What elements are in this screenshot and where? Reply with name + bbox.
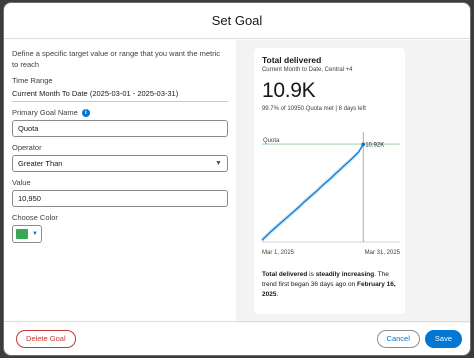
goal-form: Define a specific target value or range …	[4, 40, 236, 323]
quota-label: Quota	[263, 138, 280, 144]
modal-footer: Delete Goal Cancel Save	[4, 321, 470, 355]
time-range-label: Time Range	[12, 76, 53, 85]
end-value-label: 10.92K	[365, 142, 384, 148]
goal-name-input[interactable]: Quota	[12, 120, 228, 137]
trend-chart: Quota 10.92K Mar 1, 2025 Mar 31, 2025	[261, 132, 401, 256]
footer-actions: Cancel Save	[376, 329, 462, 348]
goal-name-label: Primary Goal Name i	[12, 108, 228, 117]
set-goal-modal: Set Goal Define a specific target value …	[3, 2, 471, 356]
metric-card: Total delivered Current Month to Date, C…	[253, 48, 405, 314]
preview-panel: Total delivered Current Month to Date, C…	[235, 40, 470, 323]
info-icon[interactable]: i	[81, 108, 90, 117]
modal-body: Define a specific target value or range …	[4, 40, 470, 323]
confidence-band	[261, 141, 364, 243]
value-input[interactable]: 10,950	[12, 190, 228, 207]
modal-title: Set Goal	[211, 13, 263, 28]
save-button[interactable]: Save	[424, 329, 462, 348]
delete-goal-button[interactable]: Delete Goal	[16, 329, 76, 348]
cancel-button[interactable]: Cancel	[376, 329, 420, 348]
operator-select[interactable]: Greater Than ▼	[12, 155, 228, 172]
card-subtitle: Current Month to Date, Central +4	[261, 67, 353, 73]
color-picker[interactable]: ▼	[12, 225, 42, 243]
chevron-down-icon: ▼	[32, 231, 38, 237]
operator-selected-value: Greater Than	[18, 159, 63, 168]
value-label: Value	[12, 178, 31, 187]
x-tick-label-end: Mar 31, 2025	[365, 250, 401, 256]
metric-value: 10.9K	[261, 79, 316, 102]
modal-header: Set Goal	[4, 3, 470, 39]
trend-insight: Total delivered is steadily increasing. …	[261, 271, 396, 298]
form-description: Define a specific target value or range …	[12, 49, 221, 69]
color-swatch	[16, 229, 28, 239]
operator-label: Operator	[12, 143, 42, 152]
quota-progress-text: 99.7% of 10950 Quota met | 8 days left	[261, 106, 366, 112]
x-tick-label-start: Mar 1, 2025	[262, 250, 295, 256]
time-range-value: Current Month To Date (2025-03-01 - 2025…	[12, 87, 228, 102]
chevron-down-icon: ▼	[215, 160, 222, 167]
card-title: Total delivered	[261, 55, 322, 65]
color-label: Choose Color	[12, 213, 58, 222]
